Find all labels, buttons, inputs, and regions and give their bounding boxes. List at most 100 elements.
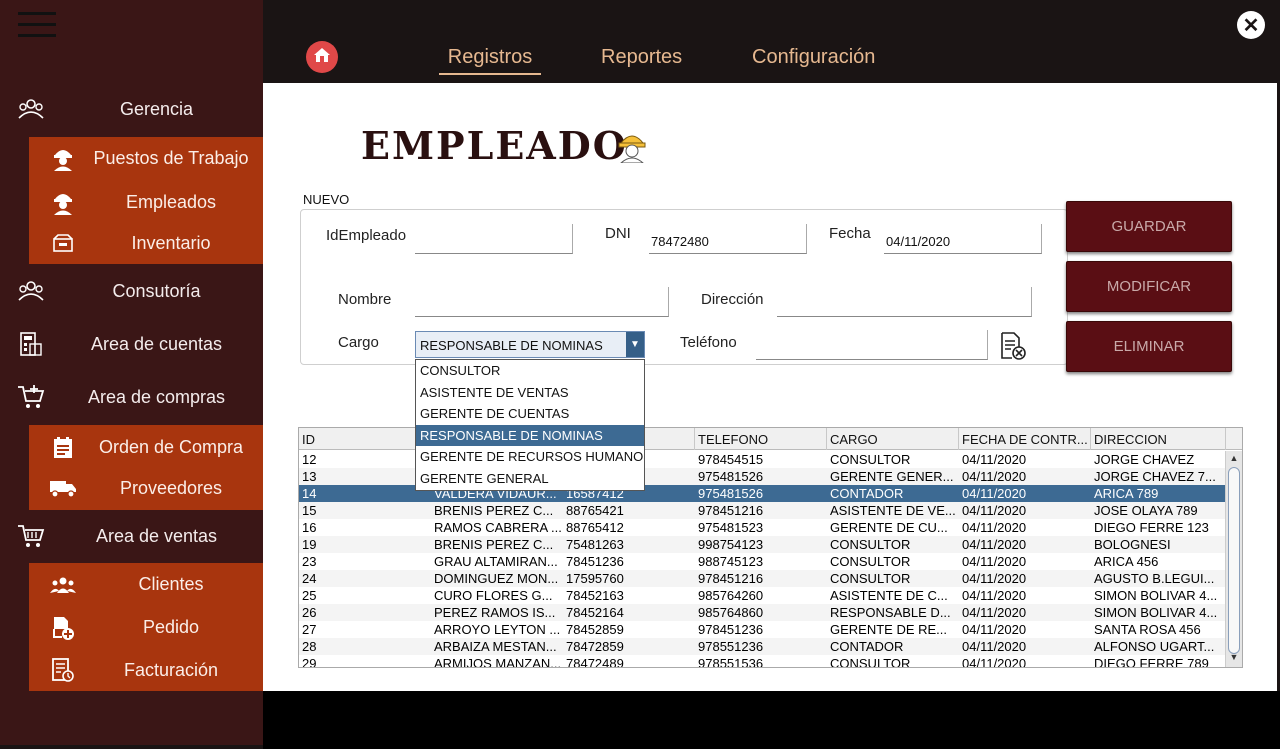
nombre-field[interactable] <box>415 287 669 317</box>
close-button[interactable]: ✕ <box>1237 11 1265 39</box>
telefono-field[interactable] <box>756 330 988 360</box>
cell-fecha: 04/11/2020 <box>962 622 1027 637</box>
table-row[interactable]: 15 BRENIS PEREZ C... 88765421 978451216 ASIS… <box>299 502 1226 519</box>
cell-nombre: GRAU ALTAMIRAN... <box>434 554 558 569</box>
cargo-select[interactable]: RESPONSABLE DE NOMINAS ▼ <box>415 331 645 358</box>
cargo-option[interactable]: ASISTENTE DE VENTAS <box>416 382 644 404</box>
cell-dni: 78472859 <box>566 639 624 654</box>
fecha-field[interactable]: 04/11/2020 <box>884 224 1042 254</box>
table-row[interactable]: 16 RAMOS CABRERA ... 88765412 975481523 GERE… <box>299 519 1226 536</box>
group-icon <box>16 276 46 306</box>
cell-nombre: PEREZ RAMOS IS... <box>434 605 556 620</box>
guardar-button[interactable]: GUARDAR <box>1066 201 1232 252</box>
tab-reportes[interactable]: Reportes <box>601 46 682 69</box>
id-field[interactable] <box>415 224 573 254</box>
table-row[interactable]: 25 CURO FLORES G... 78452163 985764260 ASIST… <box>299 587 1226 604</box>
table-row[interactable]: 28 ARBAIZA MESTAN... 78472859 978551236 CONT… <box>299 638 1226 655</box>
cell-cargo: CONSULTOR <box>830 554 911 569</box>
main-panel: EMPLEADO NUEVO IdEmpleado DNI 78472480 F… <box>263 83 1277 691</box>
scrollbar-thumb[interactable] <box>1228 467 1240 654</box>
cell-direccion: JOSE OLAYA 789 <box>1094 503 1198 518</box>
cell-fecha: 04/11/2020 <box>962 605 1027 620</box>
sidebar-item-label: Empleados <box>125 191 217 212</box>
table-row[interactable]: 27 ARROYO LEYTON ... 78452859 978451236 GERE… <box>299 621 1226 638</box>
cell-telefono: 975481526 <box>698 486 764 501</box>
cargo-option[interactable]: GERENTE DE RECURSOS HUMANOS <box>416 446 644 468</box>
cell-telefono: 985764860 <box>698 605 764 620</box>
cell-id: 28 <box>302 639 317 654</box>
cell-dni: 17595760 <box>566 571 624 586</box>
cell-direccion: JORGE CHAVEZ <box>1094 452 1195 467</box>
sidebar-item-puestos[interactable]: Puestos de Trabajo <box>29 137 263 179</box>
table-row[interactable]: 23 GRAU ALTAMIRAN... 78451236 988745123 CONS… <box>299 553 1226 570</box>
sidebar-item-ventas[interactable]: Area de ventas <box>0 516 263 556</box>
sidebar-item-gerencia[interactable]: Gerencia <box>0 89 263 129</box>
telefono-label: Teléfono <box>680 334 737 351</box>
home-button[interactable] <box>306 41 338 73</box>
cell-dni: 78472489 <box>566 656 624 668</box>
cart-icon <box>16 521 46 551</box>
eliminar-button[interactable]: ELIMINAR <box>1066 321 1232 372</box>
column-header-telefono[interactable]: TELEFONO <box>695 428 827 450</box>
sidebar-item-clientes[interactable]: Clientes <box>29 563 263 606</box>
cell-cargo: CONTADOR <box>830 486 904 501</box>
cell-nombre: RAMOS CABRERA ... <box>434 520 562 535</box>
sidebar-item-pedido[interactable]: Pedido <box>29 606 263 649</box>
dni-field[interactable]: 78472480 <box>649 224 807 254</box>
column-header-direccion[interactable]: DIRECCION <box>1091 428 1226 450</box>
sidebar-item-cuentas[interactable]: Area de cuentas <box>0 324 263 364</box>
submenu-ventas: Clientes Pedido Facturación <box>29 563 263 691</box>
scroll-down-icon[interactable]: ▼ <box>1226 652 1242 666</box>
sidebar-item-label: Pedido <box>142 617 200 637</box>
cell-cargo: ASISTENTE DE C... <box>830 588 948 603</box>
cargo-option-selected[interactable]: RESPONSABLE DE NOMINAS <box>416 424 644 446</box>
modificar-button[interactable]: MODIFICAR <box>1066 261 1232 312</box>
scroll-up-icon[interactable]: ▲ <box>1226 453 1242 467</box>
cell-nombre: ARBAIZA MESTAN... <box>434 639 557 654</box>
sidebar-item-compras[interactable]: Area de compras <box>0 377 263 417</box>
column-header-cargo[interactable]: CARGO <box>827 428 959 450</box>
cart-add-icon <box>16 382 46 412</box>
sidebar: Gerencia Puestos de Trabajo Empleados In… <box>0 0 263 745</box>
calculator-icon <box>16 329 46 359</box>
cargo-option[interactable]: GERENTE GENERAL <box>416 468 644 490</box>
cell-telefono: 975481526 <box>698 469 764 484</box>
fecha-label: Fecha <box>829 225 871 242</box>
sidebar-item-facturacion[interactable]: Facturación <box>29 649 263 691</box>
clear-document-icon[interactable] <box>999 331 1027 361</box>
cell-fecha: 04/11/2020 <box>962 486 1027 501</box>
chevron-down-icon[interactable]: ▼ <box>626 332 644 357</box>
cell-id: 19 <box>302 537 317 552</box>
cell-dni: 88765412 <box>566 520 624 535</box>
column-header-id[interactable]: ID <box>299 428 431 450</box>
cell-direccion: ARICA 456 <box>1094 554 1159 569</box>
menu-icon[interactable] <box>18 12 56 40</box>
cell-dni: 78452163 <box>566 588 624 603</box>
cell-fecha: 04/11/2020 <box>962 639 1027 654</box>
sidebar-item-consultoria[interactable]: Consutoría <box>0 271 263 311</box>
cell-telefono: 978451236 <box>698 622 764 637</box>
column-header-fecha[interactable]: FECHA DE CONTR... <box>959 428 1091 450</box>
inventory-icon <box>49 229 77 257</box>
cell-cargo: GERENTE DE RE... <box>830 622 948 637</box>
cargo-option[interactable]: CONSULTOR <box>416 360 644 382</box>
sidebar-item-orden-compra[interactable]: Orden de Compra <box>29 425 263 470</box>
direccion-field[interactable] <box>777 287 1032 317</box>
sidebar-item-inventario[interactable]: Inventario <box>29 225 263 261</box>
submenu-gerencia: Puestos de Trabajo Empleados Inventario <box>29 137 263 264</box>
cargo-label: Cargo <box>338 334 379 351</box>
table-row[interactable]: 24 DOMINGUEZ MON... 17595760 978451216 CONSU… <box>299 570 1226 587</box>
order-icon <box>49 434 77 462</box>
sidebar-item-empleados[interactable]: Empleados <box>29 179 263 225</box>
table-row[interactable]: 26 PEREZ RAMOS IS... 78452164 985764860 RESP… <box>299 604 1226 621</box>
sidebar-item-proveedores[interactable]: Proveedores <box>29 470 263 506</box>
cell-fecha: 04/11/2020 <box>962 452 1027 467</box>
table-row[interactable]: 19 BRENIS PEREZ C... 75481263 998754123 CONS… <box>299 536 1226 553</box>
cargo-option[interactable]: GERENTE DE CUENTAS <box>416 403 644 425</box>
cell-fecha: 04/11/2020 <box>962 503 1027 518</box>
table-row[interactable]: 29 ARMIJOS MANZAN... 78472489 978551536 CONS… <box>299 655 1226 668</box>
cell-nombre: ARMIJOS MANZAN... <box>434 656 562 668</box>
table-scrollbar[interactable]: ▲ ▼ <box>1225 451 1242 667</box>
tab-registros[interactable]: Registros <box>439 46 541 75</box>
tab-configuracion[interactable]: Configuración <box>752 46 875 69</box>
